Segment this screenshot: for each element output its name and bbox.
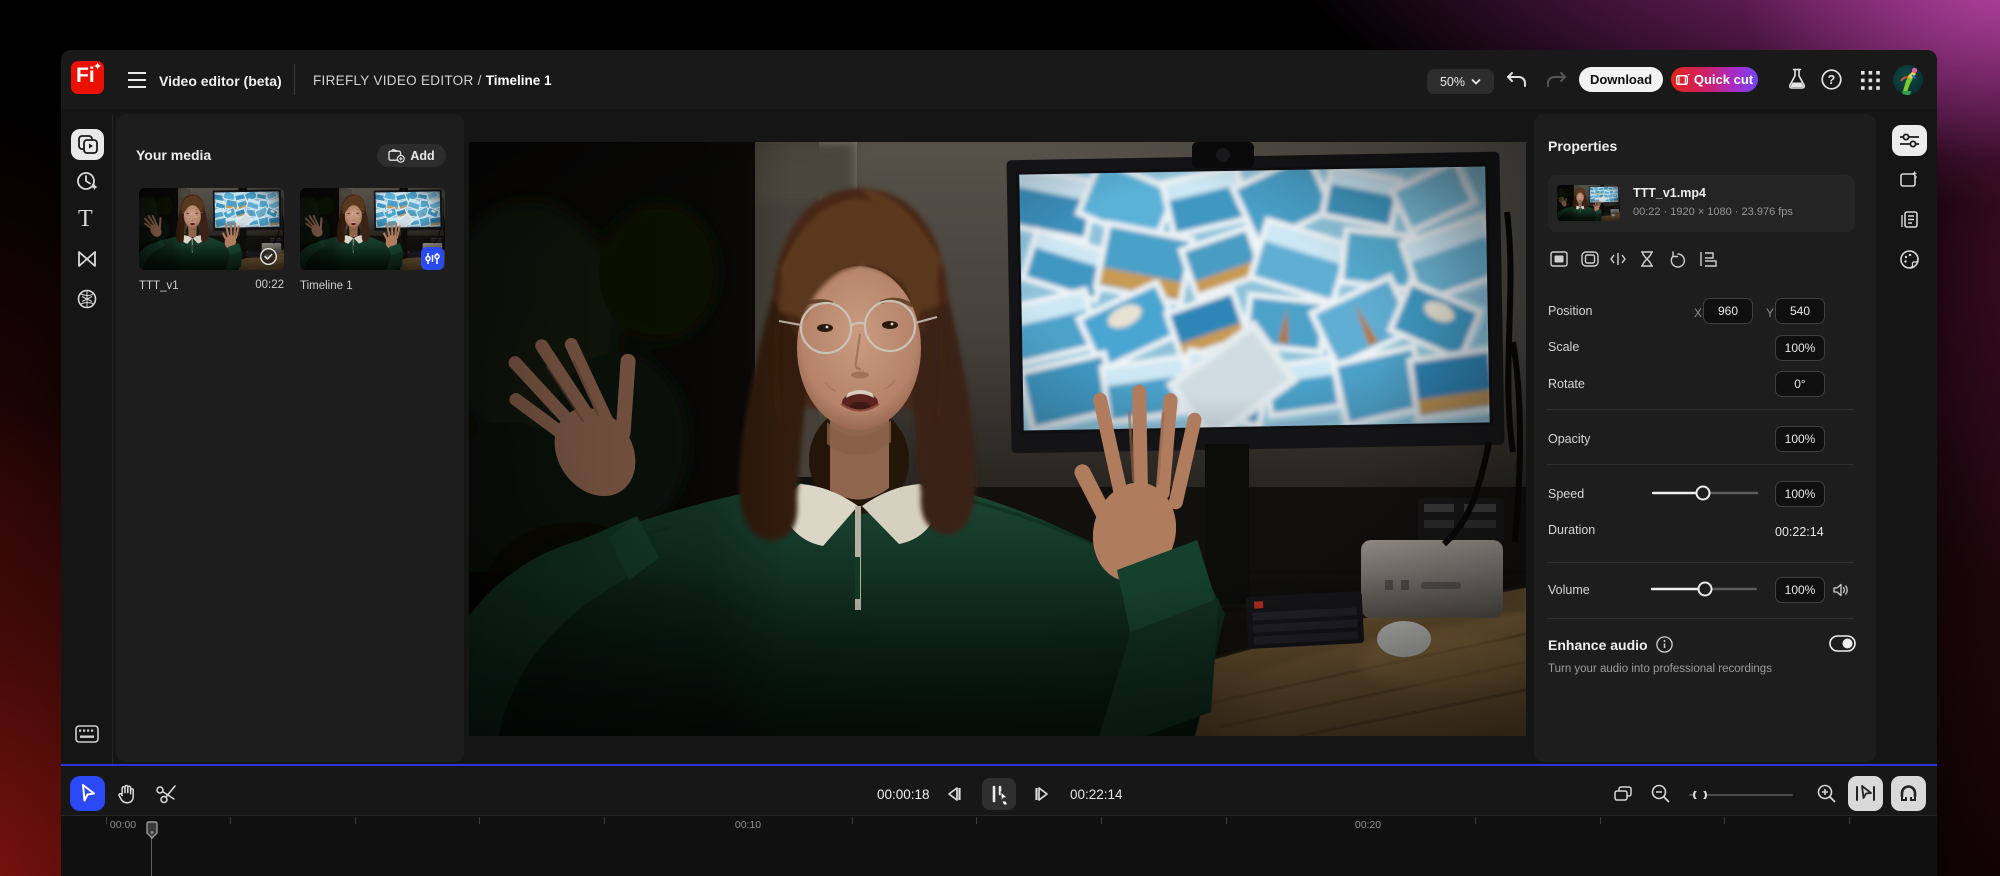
svg-text:?: ?: [1828, 73, 1836, 87]
